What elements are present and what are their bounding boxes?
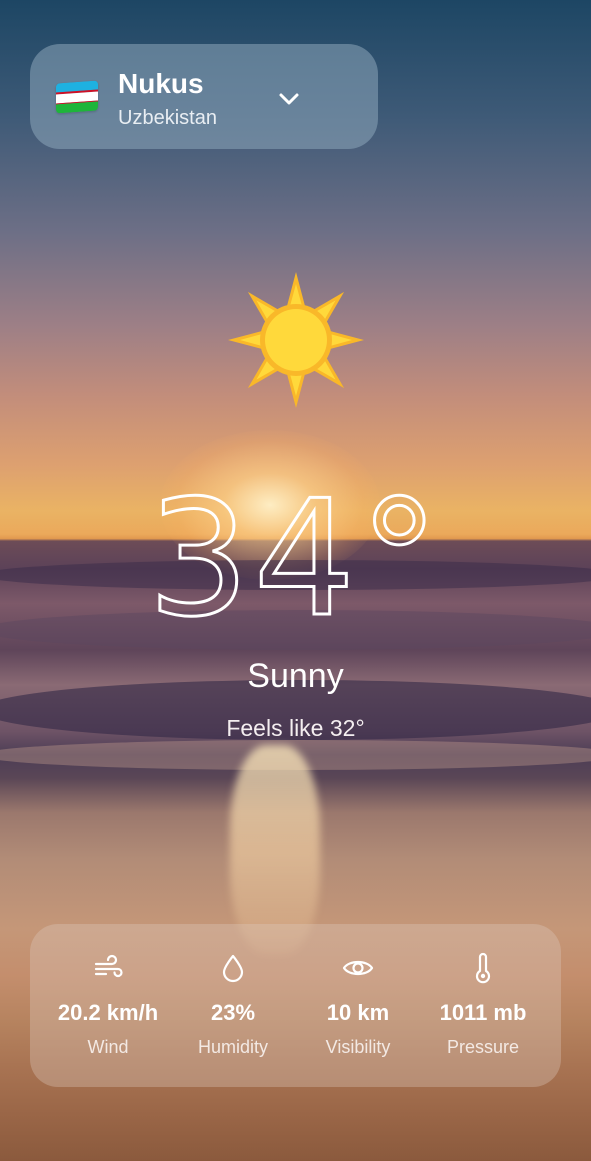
stat-humidity: 23% Humidity [167,924,299,1087]
visibility-label: Visibility [325,1037,391,1057]
city-name: Nukus [118,68,204,99]
uzbekistan-flag-icon [56,80,98,114]
weather-screen: Nukus Uzbekistan 34° Sunny Feels like 32… [0,0,591,1161]
wind-value: 20.2 km/h [57,1000,159,1025]
weather-stats-card: 20.2 km/h Wind 23% Humidity 10 km Visibi… [30,924,561,1087]
current-temperature: 34° [0,464,591,654]
eye-icon [342,960,374,976]
degree-symbol: ° [358,464,444,654]
temperature-value: 34 [146,464,360,654]
pressure-value: 1011 mb [439,1000,527,1025]
stat-wind: 20.2 km/h Wind [42,924,174,1087]
weather-condition: Sunny [247,657,344,695]
stat-pressure: 1011 mb Pressure [417,924,549,1087]
visibility-value: 10 km [326,1000,390,1025]
wind-label: Wind [87,1037,129,1057]
water-drop-icon [222,954,244,983]
pressure-label: Pressure [446,1037,520,1057]
thermometer-icon [475,952,491,984]
location-selector[interactable]: Nukus Uzbekistan [30,44,378,149]
stat-visibility: 10 km Visibility [292,924,424,1087]
feels-like-temperature: Feels like 32° [226,715,365,741]
chevron-down-icon[interactable] [274,84,304,114]
wind-icon [94,954,123,978]
country-name: Uzbekistan [118,107,217,129]
sun-icon [228,272,364,408]
humidity-value: 23% [210,1000,256,1025]
humidity-label: Humidity [197,1037,268,1057]
